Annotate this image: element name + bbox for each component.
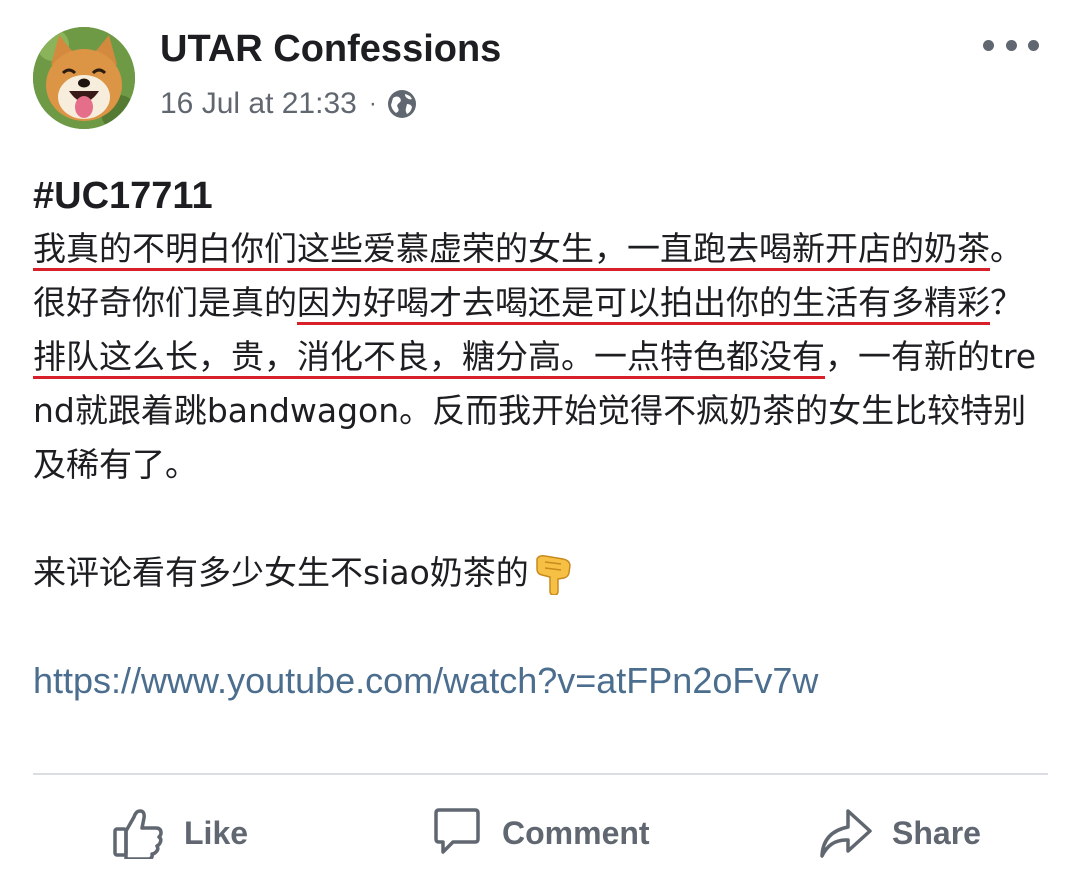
share-label: Share <box>892 814 981 851</box>
more-options-button[interactable] <box>983 30 1039 60</box>
post-hashtag[interactable]: #UC17711 <box>33 170 1043 222</box>
globe-icon <box>387 90 416 118</box>
thumbs-up-icon <box>113 809 163 859</box>
action-bar: Like Comment Share <box>0 790 1080 880</box>
like-label: Like <box>184 814 249 851</box>
post-body: #UC17711 我真的不明白你们这些爱慕虚荣的女生，一直跑去喝新开店的奶茶。很… <box>33 170 1043 708</box>
comment-button[interactable]: Comment <box>430 802 650 864</box>
post-cta-text: 来评论看有多少女生不siao奶茶的 <box>33 553 529 592</box>
comment-bubble-icon <box>434 808 480 854</box>
backhand-index-pointing-down-icon <box>536 555 571 595</box>
avatar[interactable] <box>33 27 135 129</box>
post-header: UTAR Confessions 16 Jul at 21:33 · <box>0 0 1080 150</box>
more-options-dot <box>1005 39 1017 51</box>
share-button[interactable]: Share <box>818 802 981 864</box>
underlined-text: 我真的不明白你们这些爱慕虚荣的女生，一直跑去喝新开店的奶茶 <box>33 229 990 268</box>
shiba-dog-avatar-icon <box>33 27 135 129</box>
post-cta: 来评论看有多少女生不siao奶茶的 <box>33 546 1043 600</box>
page-name[interactable]: UTAR Confessions <box>160 26 501 72</box>
meta-separator: · <box>368 90 377 117</box>
underlined-text: 因为好喝才去喝还是可以拍出你的生活有多精彩 <box>297 283 990 322</box>
more-options-dot <box>1028 39 1039 51</box>
comment-label: Comment <box>502 814 650 851</box>
share-arrow-icon <box>820 809 872 858</box>
more-options-dot <box>983 39 994 51</box>
post-link[interactable]: https://www.youtube.com/watch?v=atFPn2oF… <box>33 654 1043 708</box>
like-button[interactable]: Like <box>112 802 248 864</box>
post-timestamp[interactable]: 16 Jul at 21:33 <box>160 87 357 121</box>
post-text: 我真的不明白你们这些爱慕虚荣的女生，一直跑去喝新开店的奶茶。很好奇你们是真的因为… <box>33 222 1043 492</box>
action-divider <box>33 773 1048 775</box>
post-text-segment: ？ <box>990 283 1023 322</box>
post-meta: 16 Jul at 21:33 · <box>160 84 417 124</box>
underlined-text: 排队这么长，贵，消化不良，糖分高。一点特色都没有 <box>33 337 825 376</box>
